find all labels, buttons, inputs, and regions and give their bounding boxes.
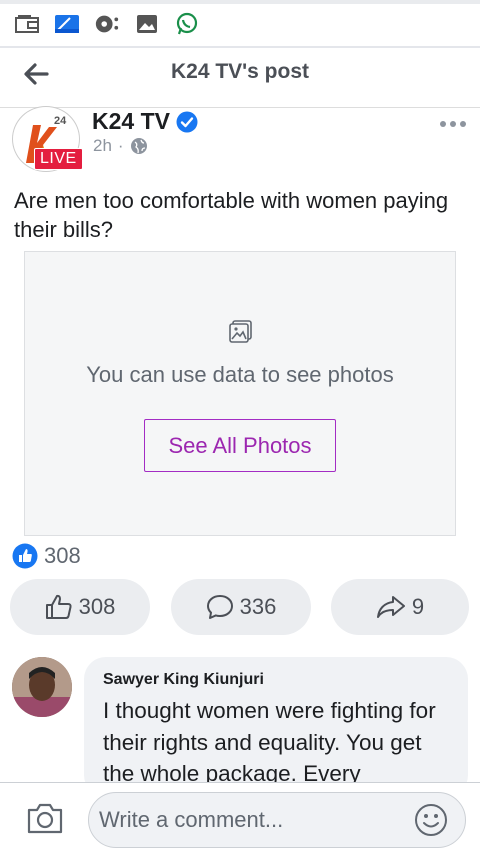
page-name-link[interactable]: K24 TV [92,108,198,135]
camera-icon [27,803,63,834]
comment-icon [206,595,233,619]
media-player-icon [94,13,120,35]
globe-icon [130,138,147,154]
emoji-icon [415,804,447,836]
verified-badge-icon [176,111,198,132]
gallery-icon [134,13,160,35]
comment-button[interactable]: 336 [171,579,311,635]
like-count: 308 [78,594,116,619]
camera-button[interactable] [26,801,64,835]
page-avatar-link[interactable]: 24 LIVE [12,106,84,176]
calendar-icon [54,13,80,35]
more-options-icon [440,121,466,127]
see-all-photos-button[interactable]: See All Photos [144,419,336,472]
comment-count: 336 [239,594,277,619]
post-time[interactable]: 2h [93,136,112,156]
reaction-count: 308 [44,543,81,568]
whatsapp-icon [174,12,200,35]
like-icon [45,594,72,619]
comment-composer [0,782,480,854]
meta-separator: · [117,136,124,155]
share-icon [376,596,405,618]
reaction-summary[interactable]: 308 [12,543,81,569]
post-meta: 2h · [93,136,148,156]
post-text: Are men too comfortable with women payin… [14,188,449,242]
comment-author[interactable]: Sawyer King Kiunjuri [103,671,450,689]
page-title: K24 TV's post [170,60,310,83]
comment-bubble: Sawyer King Kiunjuri I thought women wer… [84,657,468,797]
like-button[interactable]: 308 [10,579,150,635]
photo-placeholder: You can use data to see photos See All P… [24,251,456,536]
like-reaction-icon [12,543,38,569]
emoji-button[interactable] [414,803,448,837]
commenter-avatar[interactable] [12,657,72,717]
share-count: 9 [411,594,425,619]
post-header: K24 TV's post [0,48,480,108]
page-name: K24 TV [92,108,170,134]
wallet-icon [14,13,40,35]
live-badge: LIVE [34,148,83,170]
logo-text: 24 [54,115,67,127]
status-bar [0,0,480,44]
comment-text: I thought women were fighting for their … [103,698,436,786]
avatar [12,657,72,717]
photo-message: You can use data to see photos [86,362,394,387]
more-options-button[interactable] [438,114,468,134]
comment-input[interactable] [88,792,466,848]
share-button[interactable]: 9 [331,579,469,635]
image-icon [229,320,252,343]
